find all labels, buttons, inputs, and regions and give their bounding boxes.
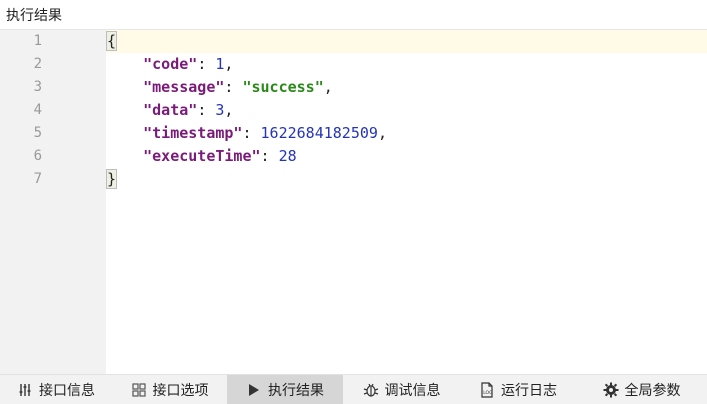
json-string: "success" — [242, 78, 324, 96]
panel-header: 执行结果 — [0, 0, 707, 30]
tab-global-params[interactable]: 全局参数 — [576, 375, 707, 404]
json-punctuation: : — [242, 124, 261, 142]
tab-interface-options[interactable]: 接口选项 — [112, 375, 227, 404]
code-line[interactable]: 5 "timestamp": 1622684182509, — [0, 122, 707, 145]
sliders-icon — [17, 382, 33, 398]
code-editor[interactable]: 1{2 "code": 1, 3 "message": "success", 4 "… — [0, 30, 707, 374]
json-key: "timestamp" — [143, 124, 243, 142]
json-punctuation: : — [197, 101, 216, 119]
tab-interface-info[interactable]: 接口信息 — [0, 375, 112, 404]
json-number: 1622684182509 — [260, 124, 378, 142]
json-punctuation — [107, 124, 143, 142]
line-number: 7 — [33, 171, 42, 187]
json-punctuation: : — [260, 147, 279, 165]
line-number: 3 — [33, 79, 42, 95]
line-number: 2 — [33, 56, 42, 72]
line-content: "executeTime": 28 — [106, 145, 707, 168]
json-punctuation: , — [224, 101, 234, 119]
code-line[interactable]: 4 "data": 3, — [0, 99, 707, 122]
line-content: { — [105, 30, 707, 53]
tab-label: 调试信息 — [384, 381, 441, 398]
panel-title: 执行结果 — [6, 6, 62, 23]
tab-label: 全局参数 — [624, 381, 681, 398]
tab-execution-result[interactable]: 执行结果 — [227, 375, 343, 404]
json-brace: } — [105, 169, 118, 189]
line-number: 6 — [33, 148, 42, 164]
json-punctuation — [107, 101, 143, 119]
tab-run-log[interactable]: LOG 运行日志 — [460, 375, 576, 404]
json-punctuation — [107, 78, 143, 96]
gear-icon — [603, 382, 619, 398]
tab-debug-info[interactable]: 调试信息 — [343, 375, 460, 404]
json-key: "executeTime" — [143, 147, 261, 165]
grid-icon — [131, 382, 147, 398]
bottom-tab-bar: 接口信息 接口选项 执行结果 调试信息 LOG 运行日志 全局参数 — [0, 374, 707, 404]
code-line[interactable]: 6 "executeTime": 28 — [0, 145, 707, 168]
json-punctuation — [107, 55, 143, 73]
line-number: 5 — [33, 125, 42, 141]
json-key: "message" — [143, 78, 225, 96]
json-punctuation: : — [224, 78, 243, 96]
line-number: 4 — [33, 102, 42, 118]
line-content: "data": 3, — [106, 99, 707, 122]
tab-label: 运行日志 — [501, 381, 557, 398]
tab-label: 接口选项 — [152, 381, 209, 398]
json-punctuation: , — [323, 78, 333, 96]
log-file-icon: LOG — [479, 381, 495, 398]
json-punctuation: , — [224, 55, 234, 73]
svg-text:LOG: LOG — [483, 390, 493, 396]
play-icon — [246, 382, 262, 398]
line-number: 1 — [33, 33, 42, 49]
json-punctuation: , — [377, 124, 387, 142]
line-content: "code": 1, — [106, 53, 707, 76]
line-content: "timestamp": 1622684182509, — [106, 122, 707, 145]
code-line[interactable]: 3 "message": "success", — [0, 76, 707, 99]
code-line[interactable]: 2 "code": 1, — [0, 53, 707, 76]
json-punctuation — [107, 147, 143, 165]
line-content: "message": "success", — [106, 76, 707, 99]
code-line[interactable]: 1{ — [0, 30, 707, 53]
code-line[interactable]: 7} — [0, 168, 707, 191]
tab-label: 执行结果 — [268, 381, 324, 398]
json-brace: { — [105, 31, 118, 51]
bug-icon — [363, 382, 379, 398]
json-key: "data" — [143, 101, 198, 119]
json-number: 28 — [278, 147, 297, 165]
line-content: } — [105, 168, 707, 191]
json-key: "code" — [143, 55, 198, 73]
tab-label: 接口信息 — [39, 381, 95, 398]
json-punctuation: : — [197, 55, 216, 73]
